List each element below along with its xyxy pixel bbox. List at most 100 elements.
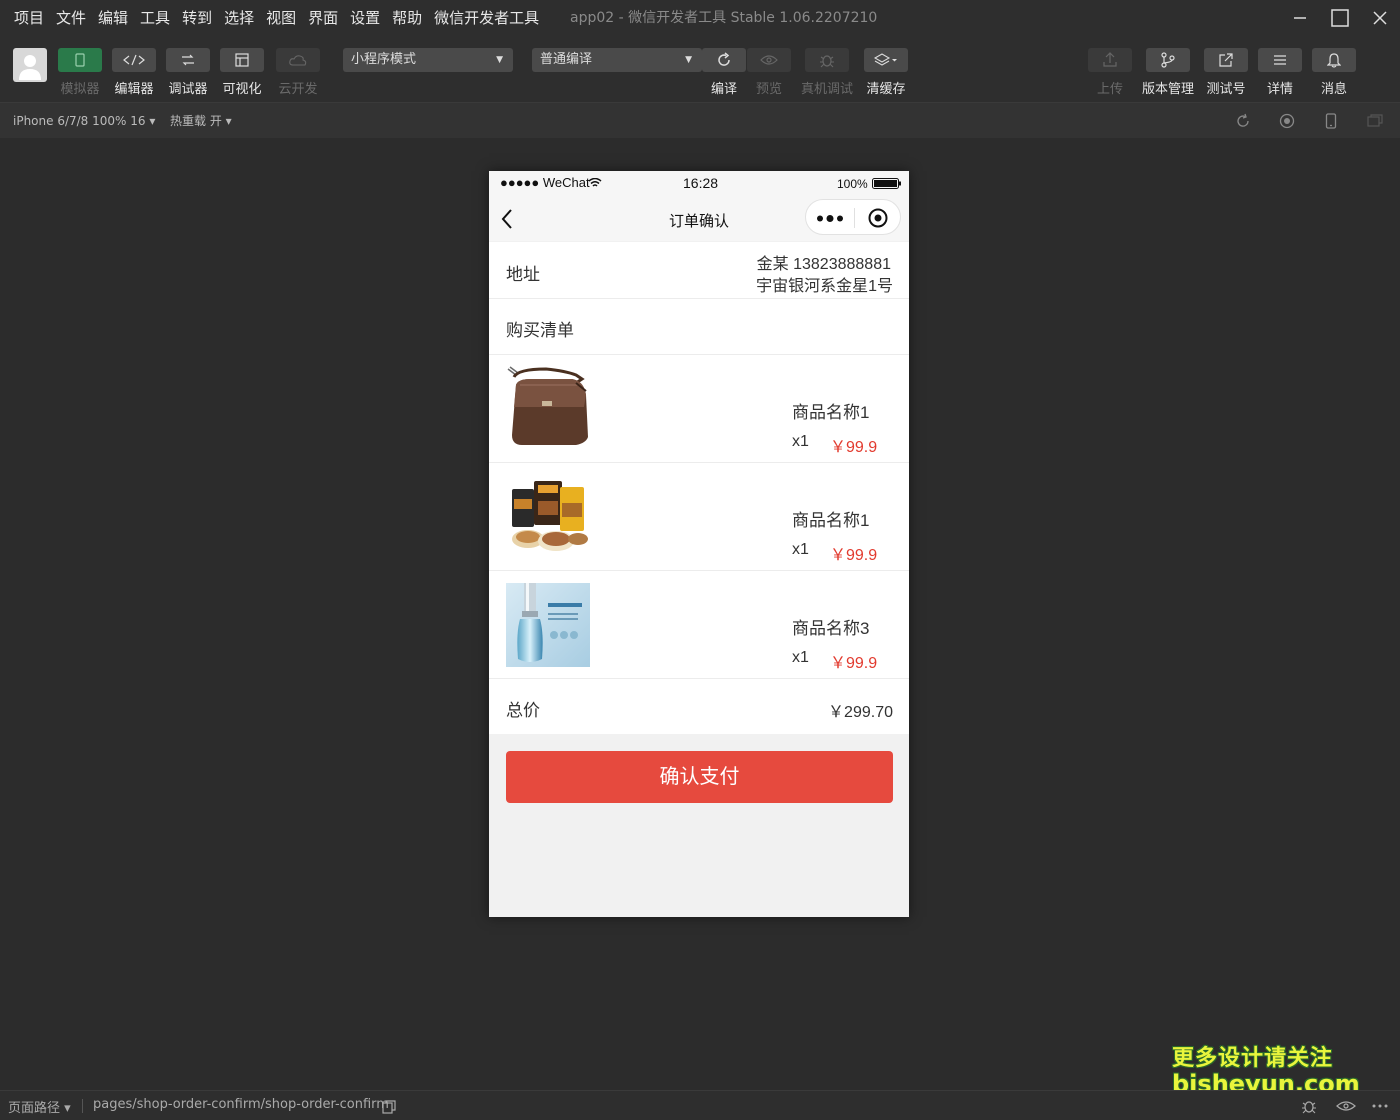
address-row[interactable]: 地址 金某 13823888881 宇宙银河系金星1号 xyxy=(489,242,909,298)
mode-select[interactable]: 小程序模式 ▼ xyxy=(343,48,513,72)
remote-debug-button[interactable]: 真机调试 xyxy=(799,48,855,97)
watermark-line1: 更多设计请关注 xyxy=(1172,1046,1334,1071)
editor-button[interactable]: 编辑器 xyxy=(106,48,162,97)
device-select[interactable]: iPhone 6/7/8 100% 16 ▾ xyxy=(13,103,155,139)
mode-select-value: 小程序模式 xyxy=(351,52,417,67)
messages-label: 消息 xyxy=(1320,82,1347,97)
cloud-button[interactable]: 云开发 xyxy=(270,48,326,97)
eye-icon[interactable] xyxy=(1336,1100,1356,1112)
page-path-toggle[interactable]: 页面路径 ▾ xyxy=(8,1097,71,1116)
debugger-button[interactable]: 调试器 xyxy=(160,48,216,97)
simulator-button[interactable]: 模拟器 xyxy=(52,48,108,97)
carrier-text: ●●●●● WeChat xyxy=(500,175,590,190)
cloud-icon xyxy=(289,55,307,66)
compile-label: 编译 xyxy=(710,82,737,97)
list-label: 购买清单 xyxy=(506,321,574,340)
upload-icon xyxy=(1103,52,1117,67)
menu-help[interactable]: 帮助 xyxy=(386,0,428,36)
product-qty: x1 xyxy=(792,433,809,450)
version-button[interactable]: 版本管理 xyxy=(1140,48,1196,97)
battery-percent: 100% xyxy=(837,177,868,191)
status-time: 16:28 xyxy=(683,175,719,191)
maximize-button[interactable] xyxy=(1320,0,1360,36)
menu-interface[interactable]: 界面 xyxy=(302,0,344,36)
visual-button[interactable]: 可视化 xyxy=(214,48,270,97)
status-bar: ●●●●● WeChat 16:28 100% xyxy=(489,171,909,195)
phone-icon[interactable] xyxy=(1323,113,1339,129)
menu-view[interactable]: 视图 xyxy=(260,0,302,36)
menu-edit[interactable]: 编辑 xyxy=(92,0,134,36)
battery-icon xyxy=(872,178,901,189)
minimize-icon xyxy=(1294,17,1306,19)
product-image-snacks xyxy=(506,473,590,557)
preview-label: 预览 xyxy=(755,82,782,97)
menu-select[interactable]: 选择 xyxy=(218,0,260,36)
details-label: 详情 xyxy=(1266,82,1293,97)
compile-mode-value: 普通编译 xyxy=(540,52,593,67)
list-header-row: 购买清单 xyxy=(489,299,909,354)
clear-cache-button[interactable]: 清缓存 xyxy=(858,48,914,97)
menu-goto[interactable]: 转到 xyxy=(176,0,218,36)
editor-label: 编辑器 xyxy=(114,82,154,97)
compile-mode-select[interactable]: 普通编译 ▼ xyxy=(532,48,702,72)
more-icon[interactable] xyxy=(1372,1104,1388,1108)
address-detail: 宇宙银河系金星1号 xyxy=(756,278,893,295)
product-image-bag xyxy=(506,365,590,449)
hot-reload-toggle[interactable]: 热重载 开 ▾ xyxy=(170,103,232,139)
layout-icon xyxy=(235,53,249,67)
list-item[interactable]: 商品名称3 x1 ￥99.9 xyxy=(489,571,909,678)
list-item[interactable]: 商品名称1 x1 ￥99.9 xyxy=(489,355,909,462)
menu-file[interactable]: 文件 xyxy=(50,0,92,36)
chevron-down-icon: ▼ xyxy=(685,55,692,65)
menu-bar: 项目 文件 编辑 工具 转到 选择 视图 界面 设置 帮助 微信开发者工具 xyxy=(0,0,545,36)
close-target-icon[interactable] xyxy=(868,208,888,228)
bug-icon xyxy=(820,55,834,68)
nav-bar: 订单确认 xyxy=(489,195,909,241)
window-title: app02 - 微信开发者工具 Stable 1.06.2207210 xyxy=(570,10,878,26)
eye-icon xyxy=(760,55,778,65)
divider xyxy=(82,1099,83,1113)
test-account-label: 测试号 xyxy=(1206,82,1246,97)
bell-icon xyxy=(1327,53,1341,68)
product-image-essence xyxy=(506,583,590,667)
menu-devtools[interactable]: 微信开发者工具 xyxy=(428,0,545,36)
device-bar: iPhone 6/7/8 100% 16 ▾ 热重载 开 ▾ xyxy=(0,102,1400,138)
product-name: 商品名称3 xyxy=(792,619,870,638)
menu-settings[interactable]: 设置 xyxy=(344,0,386,36)
upload-label: 上传 xyxy=(1096,82,1123,97)
menu-tools[interactable]: 工具 xyxy=(134,0,176,36)
copy-icon[interactable] xyxy=(382,1100,396,1114)
layers-icon xyxy=(874,53,897,66)
record-icon[interactable] xyxy=(1279,113,1295,129)
main-toolbar: 模拟器 编辑器 调试器 可视化 云开发 小程序模式 ▼ 普通编译 ▼ 编译 预览… xyxy=(0,36,1400,102)
clear-cache-label: 清缓存 xyxy=(866,82,906,97)
upload-button[interactable]: 上传 xyxy=(1082,48,1138,97)
chevron-down-icon: ▼ xyxy=(496,55,503,65)
more-icon[interactable] xyxy=(816,215,844,222)
total-row: 总价 ￥299.70 xyxy=(489,679,909,734)
test-account-button[interactable]: 测试号 xyxy=(1198,48,1254,97)
bug-icon[interactable] xyxy=(1300,1098,1318,1114)
address-label: 地址 xyxy=(506,265,540,284)
confirm-pay-button[interactable]: 确认支付 xyxy=(506,751,893,803)
list-item[interactable]: 商品名称1 x1 ￥99.9 xyxy=(489,463,909,570)
rotate-icon[interactable] xyxy=(1235,113,1251,129)
title-bar: 项目 文件 编辑 工具 转到 选择 视图 界面 设置 帮助 微信开发者工具 ap… xyxy=(0,0,1400,36)
window-icon[interactable] xyxy=(1367,113,1383,129)
bottom-status-bar: 页面路径 ▾ pages/shop-order-confirm/shop-ord… xyxy=(0,1090,1400,1120)
product-price: ￥99.9 xyxy=(830,439,878,456)
user-avatar[interactable] xyxy=(13,48,47,82)
details-button[interactable]: 详情 xyxy=(1252,48,1308,97)
product-qty: x1 xyxy=(792,541,809,558)
messages-button[interactable]: 消息 xyxy=(1306,48,1362,97)
capsule-divider xyxy=(854,208,855,228)
debugger-label: 调试器 xyxy=(168,82,208,97)
capsule-button xyxy=(805,199,901,235)
debugger-icon xyxy=(182,54,194,66)
close-button[interactable] xyxy=(1360,0,1400,36)
menu-project[interactable]: 项目 xyxy=(8,0,50,36)
minimize-button[interactable] xyxy=(1280,0,1320,36)
preview-button[interactable]: 预览 xyxy=(741,48,797,97)
address-name: 金某 13823888881 xyxy=(756,256,891,273)
total-value: ￥299.70 xyxy=(828,704,893,721)
